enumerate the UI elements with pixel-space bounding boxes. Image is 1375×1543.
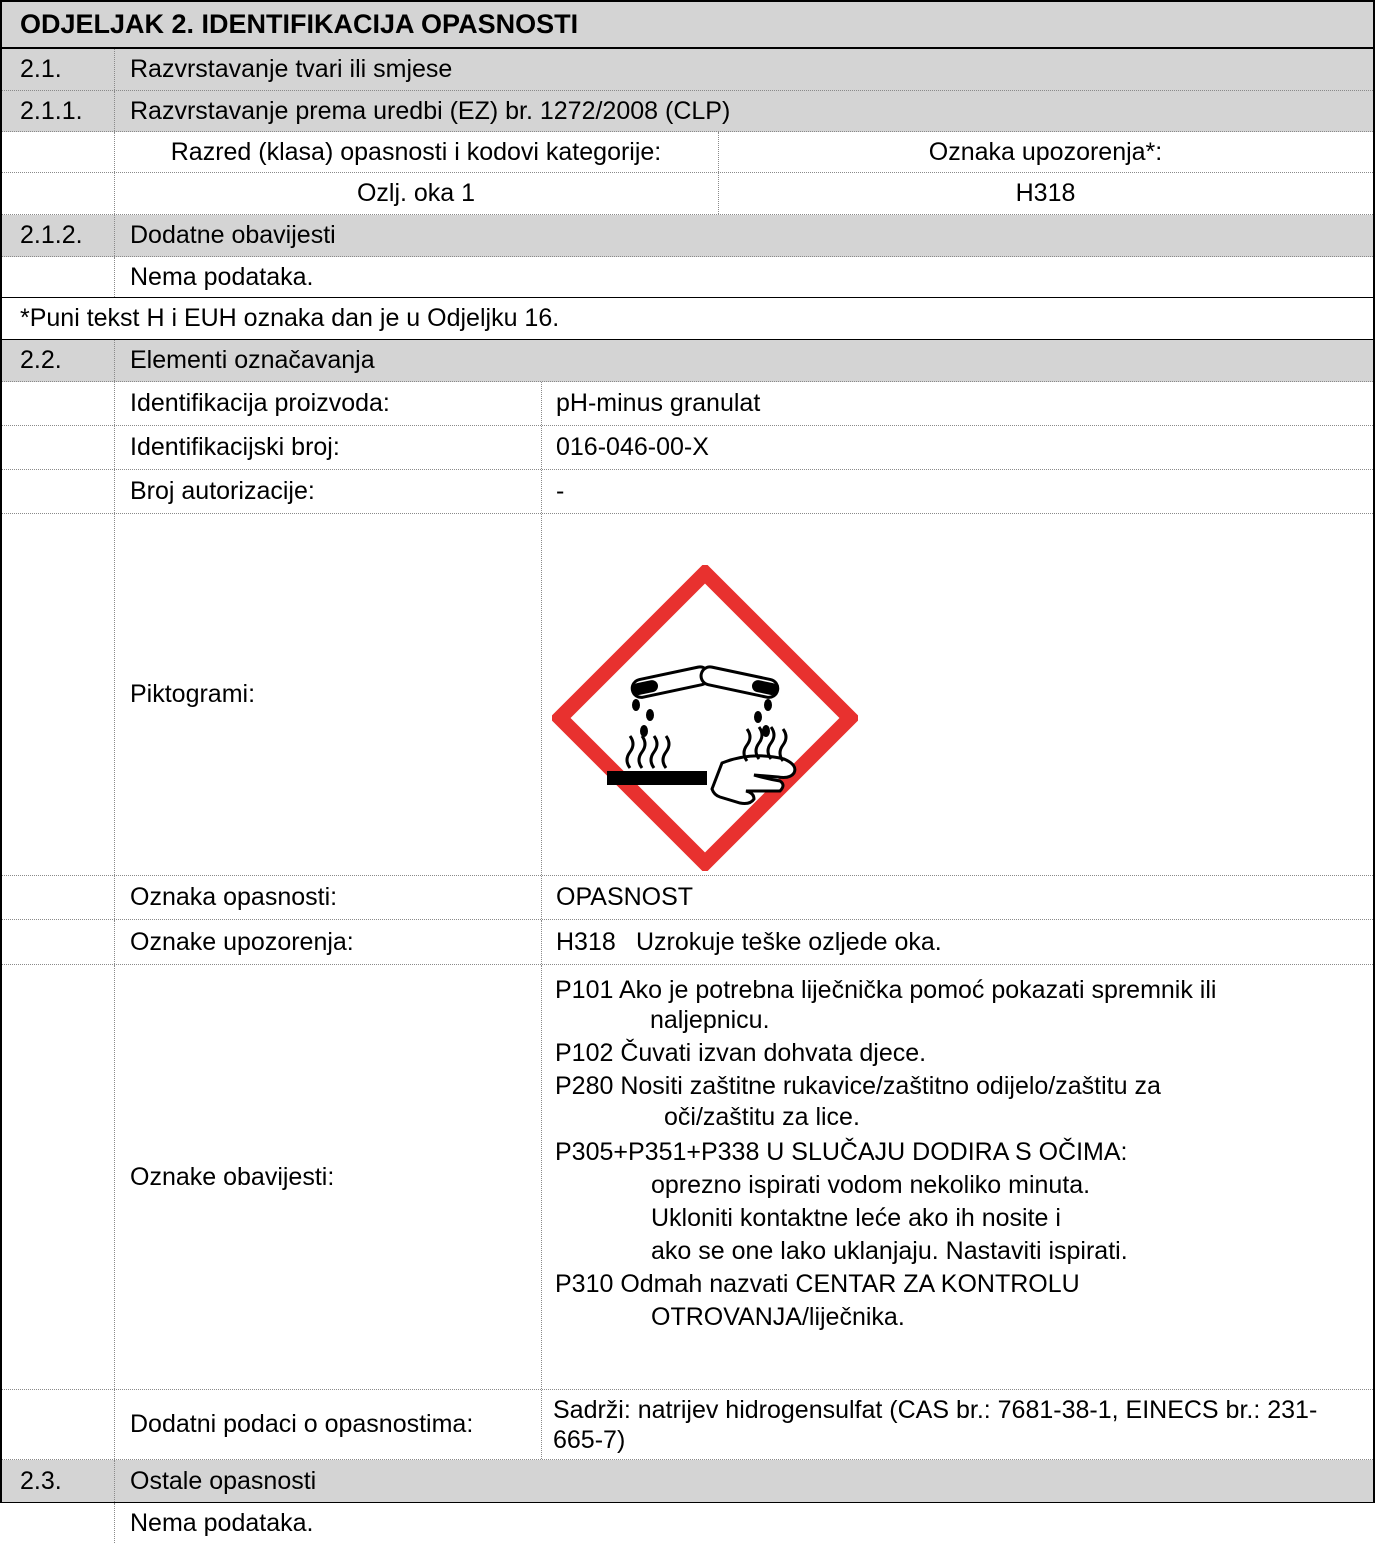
additional-info-row: Nema podataka.	[0, 257, 1375, 298]
id-number-label: Identifikacijski broj:	[130, 433, 340, 461]
authorization-row: Broj autorizacije: -	[0, 470, 1375, 514]
footnote-text: *Puni tekst H i EUH oznaka dan je u Odje…	[20, 304, 560, 332]
classification-header-row: Razred (klasa) opasnosti i kodovi katego…	[0, 132, 1375, 173]
additional-hazard-row: Dodatni podaci o opasnostima: Sadrži: na…	[0, 1390, 1375, 1460]
subsection-2-1-2: 2.1.2. Dodatne obavijesti	[0, 215, 1375, 257]
subsection-title: Elementi označavanja	[130, 346, 375, 374]
hazard-code: H318	[556, 927, 616, 956]
signal-word-label: Oznaka opasnosti:	[130, 883, 338, 911]
section-title: ODJELJAK 2. IDENTIFIKACIJA OPASNOSTI	[20, 9, 579, 39]
precaution-line: Ukloniti kontaktne leće ako ih nosite i	[651, 1204, 1061, 1232]
authorization-value: -	[556, 477, 565, 505]
subsection-2-1: 2.1. Razvrstavanje tvari ili smjese	[0, 49, 1375, 91]
other-hazards-text: Nema podataka.	[130, 1508, 314, 1537]
other-hazards-row: Nema podataka.	[0, 1503, 1375, 1543]
precaution-line: P102 Čuvati izvan dohvata djece.	[555, 1039, 927, 1067]
classification-value-row: Ozlj. oka 1 H318	[0, 173, 1375, 215]
section-header: ODJELJAK 2. IDENTIFIKACIJA OPASNOSTI	[0, 0, 1375, 49]
hazard-class-header: Razred (klasa) opasnosti i kodovi katego…	[170, 137, 662, 166]
additional-info-text: Nema podataka.	[130, 262, 314, 291]
authorization-label: Broj autorizacije:	[130, 477, 315, 505]
subsection-2-2: 2.2. Elementi označavanja	[0, 340, 1375, 382]
additional-hazard-label: Dodatni podaci o opasnostima:	[130, 1410, 474, 1438]
hazard-class-value: Ozlj. oka 1	[356, 179, 476, 207]
product-id-label: Identifikacija proizvoda:	[130, 389, 390, 417]
subsection-title: Razvrstavanje tvari ili smjese	[130, 55, 453, 83]
precaution-line: ako se one lako uklanjaju. Nastaviti isp…	[651, 1237, 1128, 1265]
hazard-statement-header: Oznaka upozorenja*:	[928, 137, 1163, 166]
precautionary-statements-row: Oznake obavijesti: P101 Ako je potrebna …	[0, 965, 1375, 1390]
product-id-value: pH-minus granulat	[556, 389, 761, 417]
pictograms-row: Piktogrami:	[0, 514, 1375, 876]
precaution-line: oprezno ispirati vodom nekoliko minuta.	[651, 1171, 1091, 1199]
precaution-line: P305+P351+P338 U SLUČAJU DODIRA S OČIMA:	[555, 1138, 1128, 1166]
id-number-value: 016-046-00-X	[556, 433, 709, 461]
subsection-number: 2.3.	[20, 1466, 62, 1495]
precautionary-statements-label: Oznake obavijesti:	[130, 1162, 335, 1191]
subsection-number: 2.1.	[20, 55, 62, 83]
hazard-text: Uzrokuje teške ozljede oka.	[636, 927, 942, 956]
hazard-statements-row: Oznake upozorenja: H318 Uzrokuje teške o…	[0, 920, 1375, 965]
precaution-line: P101 Ako je potrebna liječnička pomoć po…	[555, 976, 1217, 1004]
pictograms-label: Piktogrami:	[130, 680, 256, 708]
left-border	[0, 0, 2, 1503]
subsection-title: Razvrstavanje prema uredbi (EZ) br. 1272…	[130, 96, 731, 125]
signal-word-row: Oznaka opasnosti: OPASNOST	[0, 876, 1375, 920]
subsection-number: 2.1.1.	[20, 96, 83, 125]
subsection-title: Dodatne obavijesti	[130, 221, 336, 249]
subsection-number: 2.1.2.	[20, 221, 83, 249]
subsection-2-3: 2.3. Ostale opasnosti	[0, 1460, 1375, 1503]
id-number-row: Identifikacijski broj: 016-046-00-X	[0, 426, 1375, 470]
signal-word-value: OPASNOST	[556, 883, 694, 911]
footnote-row: *Puni tekst H i EUH oznaka dan je u Odje…	[0, 298, 1375, 340]
precaution-line: naljepnicu.	[650, 1006, 770, 1034]
precaution-line: OTROVANJA/liječnika.	[651, 1303, 905, 1331]
precaution-line: oči/zaštitu za lice.	[664, 1103, 860, 1131]
subsection-title: Ostale opasnosti	[130, 1466, 317, 1495]
product-id-row: Identifikacija proizvoda: pH-minus granu…	[0, 382, 1375, 426]
additional-hazard-value: Sadrži: natrijev hidrogensulfat (CAS br.…	[553, 1395, 1318, 1454]
subsection-2-1-1: 2.1.1. Razvrstavanje prema uredbi (EZ) b…	[0, 91, 1375, 132]
hazard-statement-value: H318	[1015, 179, 1076, 207]
hazard-statements-label: Oznake upozorenja:	[130, 927, 354, 956]
ghs05-corrosion-icon	[549, 562, 861, 874]
precaution-line: P310 Odmah nazvati CENTAR ZA KONTROLU	[555, 1270, 1080, 1298]
subsection-number: 2.2.	[20, 346, 62, 374]
precaution-line: P280 Nositi zaštitne rukavice/zaštitno o…	[555, 1072, 1161, 1100]
